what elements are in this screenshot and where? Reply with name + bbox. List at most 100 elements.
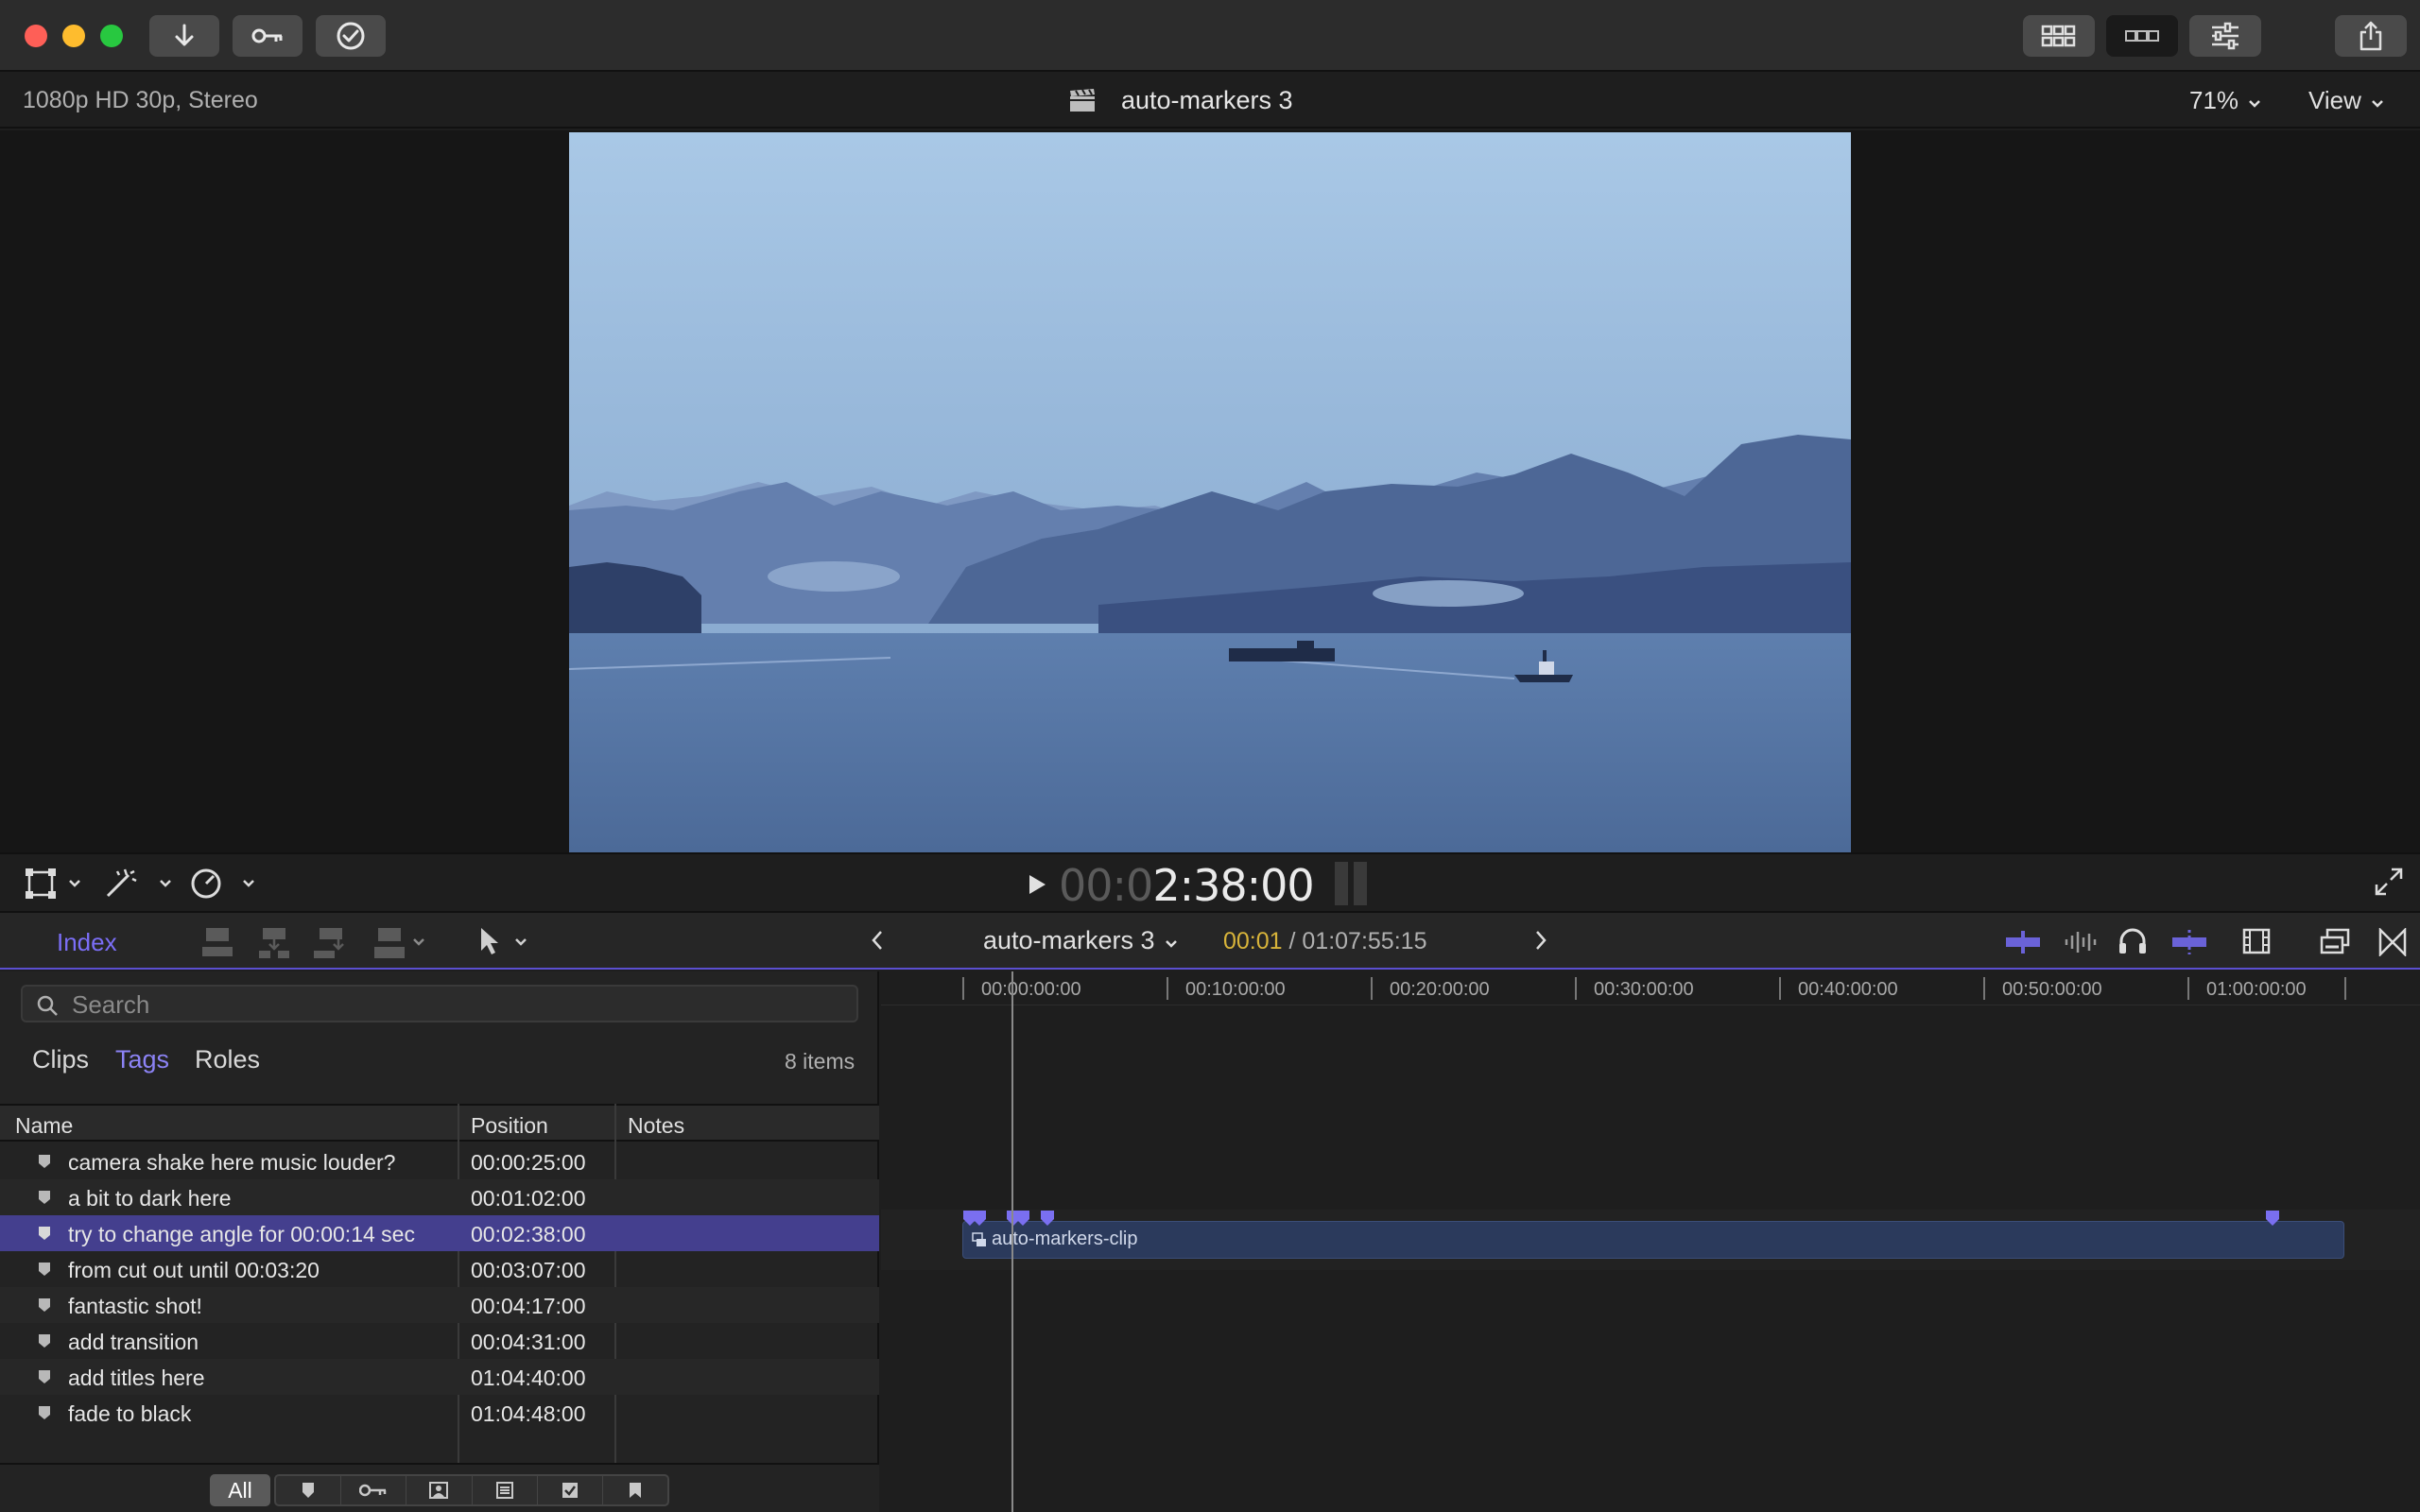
tag-name: fantastic shot! xyxy=(68,1294,202,1318)
play-icon[interactable] xyxy=(1027,873,1047,896)
tag-name: add transition xyxy=(68,1330,199,1354)
browser-toggle-button[interactable] xyxy=(2023,15,2095,57)
filter-all-button[interactable]: All xyxy=(210,1474,270,1506)
tab-roles[interactable]: Roles xyxy=(195,1045,260,1074)
index-search-input[interactable] xyxy=(72,990,828,1019)
filter-completed-markers-button[interactable] xyxy=(538,1476,603,1504)
marker-icon xyxy=(302,1483,315,1498)
retime-icon[interactable] xyxy=(189,867,223,901)
keyword-icon xyxy=(251,28,283,43)
clip-skimming-icon[interactable] xyxy=(2004,930,2042,954)
background-tasks-icon xyxy=(337,22,365,50)
filter-keywords-button[interactable] xyxy=(341,1476,407,1504)
marker-icon xyxy=(39,1227,50,1240)
chevron-down-icon xyxy=(2372,100,2383,108)
tag-filter-bar: All xyxy=(0,1463,879,1512)
chevron-right-icon[interactable] xyxy=(1533,930,1548,951)
close-window-button[interactable] xyxy=(25,25,47,47)
chevron-down-icon[interactable] xyxy=(242,879,255,888)
timeline[interactable]: 00:00:00:00 00:10:00:00 00:20:00:00 00:3… xyxy=(881,971,2420,1512)
chevron-down-icon[interactable] xyxy=(514,937,527,947)
video-frame[interactable] xyxy=(569,132,1851,852)
marker-icon[interactable] xyxy=(2265,1210,2280,1227)
transitions-browser-icon[interactable] xyxy=(2378,928,2407,956)
headphones-icon[interactable] xyxy=(2118,926,2148,956)
table-row[interactable]: fade to black 01:04:48:00 xyxy=(0,1395,879,1431)
filter-chapter-markers-button[interactable] xyxy=(603,1476,667,1504)
filter-todo-markers-button[interactable] xyxy=(473,1476,538,1504)
ruler-label: 00:30:00:00 xyxy=(1594,979,1694,1000)
background-tasks-button[interactable] xyxy=(316,15,386,57)
fullscreen-icon[interactable] xyxy=(2375,868,2403,896)
tag-position: 00:00:25:00 xyxy=(471,1150,586,1175)
ruler-label: 00:40:00:00 xyxy=(1798,979,1898,1000)
share-button[interactable] xyxy=(2335,15,2407,57)
viewer-timecode[interactable]: 00:02:38:00 xyxy=(1059,860,1315,911)
chevron-down-icon[interactable] xyxy=(159,879,172,888)
timeline-toggle-button[interactable] xyxy=(2106,15,2178,57)
select-tool-icon[interactable] xyxy=(478,926,501,956)
column-header-position[interactable]: Position xyxy=(471,1113,548,1139)
marker-icon[interactable] xyxy=(1015,1210,1030,1227)
table-header: Name Position Notes xyxy=(0,1104,879,1142)
zoom-window-button[interactable] xyxy=(100,25,123,47)
table-row[interactable]: a bit to dark here 00:01:02:00 xyxy=(0,1179,879,1215)
timeline-project-menu[interactable]: auto-markers 3 xyxy=(983,926,1178,955)
timeline-duration: 00:01 / 01:07:55:15 xyxy=(1223,928,1426,955)
chevron-down-icon[interactable] xyxy=(412,937,425,947)
index-search-field[interactable] xyxy=(21,985,858,1022)
snapping-icon[interactable] xyxy=(2170,928,2208,956)
filter-analysis-keywords-button[interactable] xyxy=(406,1476,473,1504)
timeline-ruler[interactable]: 00:00:00:00 00:10:00:00 00:20:00:00 00:3… xyxy=(881,971,2420,1005)
index-button[interactable]: Index xyxy=(57,928,117,957)
transform-icon[interactable] xyxy=(25,868,57,900)
insert-clip-icon[interactable] xyxy=(255,926,293,960)
filter-markers-button[interactable] xyxy=(276,1476,342,1504)
view-menu-label: View xyxy=(2308,86,2361,114)
marker-icon[interactable] xyxy=(972,1210,987,1227)
marker-icon xyxy=(39,1334,50,1348)
playhead[interactable] xyxy=(1011,971,1013,1512)
chevron-left-icon[interactable] xyxy=(870,930,885,951)
connect-clip-icon[interactable] xyxy=(199,926,236,960)
table-row[interactable]: add transition 00:04:31:00 xyxy=(0,1323,879,1359)
table-row[interactable]: add titles here 01:04:40:00 xyxy=(0,1359,879,1395)
import-media-button[interactable] xyxy=(149,15,219,57)
column-header-name[interactable]: Name xyxy=(15,1113,73,1139)
ruler-label: 00:20:00:00 xyxy=(1390,979,1490,1000)
inspector-icon xyxy=(2212,22,2238,50)
keywords-button[interactable] xyxy=(233,15,302,57)
audio-meter xyxy=(1335,862,1373,905)
enhance-wand-icon[interactable] xyxy=(104,866,138,900)
title-bar xyxy=(0,0,2420,72)
marker-icon xyxy=(39,1263,50,1276)
view-menu[interactable]: View xyxy=(2308,86,2384,115)
marker-icon xyxy=(39,1370,50,1383)
chevron-down-icon xyxy=(2249,100,2260,108)
tab-tags[interactable]: Tags xyxy=(115,1045,169,1074)
table-row[interactable]: camera shake here music louder? 00:00:25… xyxy=(0,1143,879,1179)
chevron-down-icon[interactable] xyxy=(68,879,81,888)
audio-skimming-icon[interactable] xyxy=(2063,928,2097,956)
timeline-toolbar: Index auto-markers 3 00:01 / 01:07:55:15 xyxy=(0,911,2420,970)
ruler-label: 00:10:00:00 xyxy=(1185,979,1286,1000)
timeline-index-icon[interactable] xyxy=(2320,928,2352,956)
tag-name: from cut out until 00:03:20 xyxy=(68,1258,320,1282)
clip-appearance-icon[interactable] xyxy=(2240,926,2273,956)
inspector-toggle-button[interactable] xyxy=(2189,15,2261,57)
zoom-menu[interactable]: 71% xyxy=(2189,86,2261,115)
table-row[interactable]: from cut out until 00:03:20 00:03:07:00 xyxy=(0,1251,879,1287)
overwrite-clip-icon[interactable] xyxy=(371,926,408,960)
tab-clips[interactable]: Clips xyxy=(32,1045,89,1074)
table-row[interactable]: try to change angle for 00:00:14 sec 00:… xyxy=(0,1215,879,1251)
import-icon xyxy=(175,24,194,46)
tag-position: 00:01:02:00 xyxy=(471,1186,586,1211)
table-row[interactable]: fantastic shot! 00:04:17:00 xyxy=(0,1287,879,1323)
append-clip-icon[interactable] xyxy=(312,926,350,960)
marker-icon xyxy=(39,1298,50,1312)
column-header-notes[interactable]: Notes xyxy=(628,1113,684,1139)
marker-icon[interactable] xyxy=(1040,1210,1055,1227)
minimize-window-button[interactable] xyxy=(62,25,85,47)
timeline-clip[interactable]: auto-markers-clip xyxy=(962,1221,2344,1259)
viewer-project-title: auto-markers 3 xyxy=(1121,86,1293,114)
